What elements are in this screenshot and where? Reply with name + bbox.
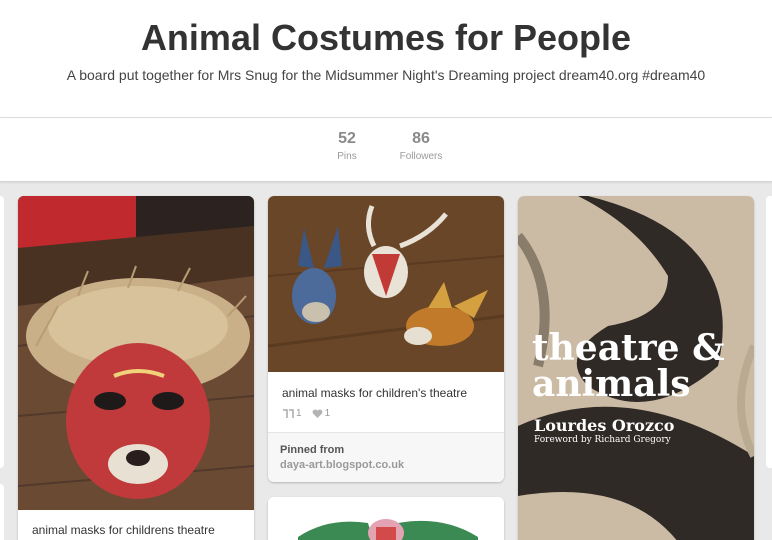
followers-stat[interactable]: 86 Followers (393, 130, 449, 162)
board-description: A board put together for Mrs Snug for th… (66, 67, 706, 83)
pin-source-section (268, 432, 504, 482)
pins-count: 52 (338, 130, 356, 147)
followers-label: Followers (399, 151, 443, 162)
like-count: 1 (312, 408, 331, 419)
pin-card-lion-mask[interactable]: animal masks for childrens theatre (18, 196, 254, 540)
pins-stat[interactable]: 52 Pins (328, 130, 366, 162)
pin-card-book[interactable]: theatre & animals Lourdes Orozco Forewor… (518, 196, 754, 540)
repin-count: 1 (282, 408, 302, 419)
like-value: 1 (324, 408, 331, 419)
pins-label: Pins (337, 151, 357, 162)
offscreen-pin-right[interactable] (766, 196, 772, 468)
offscreen-pin-left[interactable] (0, 196, 4, 468)
heart-icon (312, 409, 322, 418)
book-title-line2: animals (532, 363, 691, 405)
three-masks-image[interactable] (268, 196, 504, 372)
pin-description: animal masks for children's theatre (282, 386, 468, 400)
board-title: Animal Costumes for People (140, 17, 632, 58)
book-title-line1: theatre & (532, 327, 725, 369)
pin-source-link[interactable]: daya-art.blogspot.co.uk (280, 459, 404, 471)
pinned-from-label: Pinned from (280, 444, 345, 456)
pin-card-three-masks[interactable]: animal masks for children's theatre 1 1 … (268, 196, 504, 482)
pin-description: animal masks for childrens theatre (32, 523, 215, 537)
book-author: Lourdes Orozco (534, 416, 675, 435)
costume-image[interactable] (268, 497, 504, 540)
pin-card-costume[interactable] (268, 497, 504, 540)
repin-value: 1 (296, 408, 302, 419)
offscreen-pin-left-2[interactable] (0, 484, 4, 540)
lion-mask-image[interactable] (18, 196, 254, 510)
book-foreword: Foreword by Richard Gregory (534, 435, 671, 445)
followers-count: 86 (412, 130, 430, 147)
board-header: Animal Costumes for People A board put t… (0, 0, 772, 118)
repin-icon (283, 408, 294, 418)
board-stats-bar: 52 Pins 86 Followers (0, 118, 772, 182)
pin-stats: 1 1 (282, 408, 330, 419)
